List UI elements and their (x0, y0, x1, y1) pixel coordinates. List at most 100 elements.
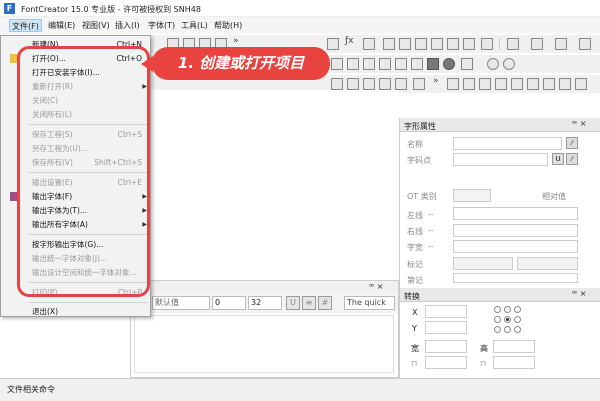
width-field[interactable] (425, 340, 467, 353)
anchor-radio[interactable] (514, 326, 521, 333)
table-icon[interactable] (575, 78, 587, 90)
menu-file[interactable]: 文件(F) (9, 19, 42, 32)
ot-category-select[interactable] (453, 189, 491, 202)
size-combo[interactable]: 0 (212, 296, 246, 310)
menu-item-exit[interactable]: 退出(X) (1, 305, 150, 318)
unicode-icon[interactable]: U (552, 153, 564, 165)
grid-icon[interactable] (447, 38, 459, 50)
anchor-radio[interactable] (504, 316, 511, 323)
contour-icon[interactable] (331, 78, 343, 90)
lock-icon[interactable]: ⊓ (480, 359, 486, 368)
table-icon[interactable] (479, 78, 491, 90)
menu-separator (29, 302, 147, 303)
check-icon[interactable] (431, 38, 443, 50)
node-tool-icon[interactable] (347, 58, 359, 70)
table-icon[interactable] (495, 78, 507, 90)
left-dots: -- (428, 210, 434, 219)
glyph-properties-panel: 字形属性 ꟹ × 名称 ⁄ 字码点 U ⁄ OT 类别 相对值 左线 -- 右线… (399, 118, 600, 288)
window-icon[interactable] (481, 38, 493, 50)
table-icon[interactable] (543, 78, 555, 90)
zoom-icon[interactable] (411, 58, 423, 70)
flip-icon[interactable] (379, 78, 391, 90)
note-field[interactable] (453, 273, 578, 283)
table-icon[interactable] (511, 78, 523, 90)
width-dots: -- (428, 242, 434, 251)
pin-icon[interactable]: ꟹ × (572, 119, 586, 128)
new-document-icon[interactable] (507, 38, 519, 50)
rectangle-icon[interactable] (427, 58, 439, 70)
mark-select[interactable] (453, 257, 513, 270)
name-field[interactable] (453, 137, 562, 150)
height-field[interactable] (493, 340, 535, 353)
menu-tools[interactable]: 工具(L) (179, 19, 210, 32)
y-field[interactable] (425, 321, 467, 334)
table-icon[interactable] (559, 78, 571, 90)
preview-controls: 默认值 0 32 U ≡ # The quick (131, 293, 398, 313)
hint-icon[interactable] (399, 38, 411, 50)
table-icon[interactable] (447, 78, 459, 90)
right-field[interactable] (453, 224, 578, 237)
menu-insert[interactable]: 插入(I) (113, 19, 142, 32)
layers-icon[interactable] (413, 78, 425, 90)
document-icon[interactable] (531, 38, 543, 50)
font-combo[interactable]: 默认值 (152, 296, 210, 310)
back-icon[interactable] (487, 58, 499, 70)
edit-icon[interactable]: ⁄ (566, 153, 578, 165)
text-icon[interactable] (415, 38, 427, 50)
left-field[interactable] (453, 207, 578, 220)
transform-icon[interactable] (327, 38, 339, 50)
x-label: X (412, 308, 418, 317)
anchor-radio[interactable] (494, 326, 501, 333)
app-icon: F (4, 3, 15, 14)
mark-select[interactable] (517, 257, 578, 270)
sample-text-combo[interactable]: The quick (344, 296, 395, 310)
arrow-tool-icon[interactable] (331, 58, 343, 70)
workspace (151, 90, 399, 280)
eraser-icon[interactable] (363, 38, 375, 50)
split-icon[interactable] (363, 78, 375, 90)
layout-icon[interactable] (463, 38, 475, 50)
anchor-radio[interactable] (504, 326, 511, 333)
edit-icon[interactable]: ⁄ (566, 137, 578, 149)
grid-icon[interactable]: # (318, 296, 332, 310)
scale-x-field[interactable] (425, 356, 467, 369)
settings-icon[interactable]: ≡ (302, 296, 316, 310)
menu-font[interactable]: 字体(T) (146, 19, 177, 32)
codepoints-field[interactable] (453, 153, 548, 166)
size-combo[interactable]: 32 (248, 296, 282, 310)
preview-icon[interactable] (383, 38, 395, 50)
forward-icon[interactable] (503, 58, 515, 70)
anchor-radio[interactable] (494, 306, 501, 313)
function-icon[interactable]: ƒx (345, 36, 354, 46)
grid-view-icon[interactable] (555, 38, 567, 50)
menu-help[interactable]: 帮助(H) (212, 19, 244, 32)
ellipse-icon[interactable] (443, 58, 455, 70)
rotate-icon[interactable] (461, 58, 473, 70)
underline-icon[interactable]: U (286, 296, 300, 310)
preview-panel-header: ꟹ × (131, 281, 398, 293)
scale-y-field[interactable] (493, 356, 535, 369)
table-icon[interactable] (463, 78, 475, 90)
anchor-radio[interactable] (494, 316, 501, 323)
x-field[interactable] (425, 305, 467, 318)
image-icon[interactable] (379, 58, 391, 70)
list-view-icon[interactable] (579, 38, 591, 50)
pin-icon[interactable]: ꟹ × (369, 282, 383, 291)
pin-icon[interactable]: ꟹ × (572, 289, 586, 298)
table-icon[interactable] (527, 78, 539, 90)
menu-edit[interactable]: 编辑(E) (46, 19, 77, 32)
anchor-radio[interactable] (514, 316, 521, 323)
toolbar-overflow-icon[interactable]: » (433, 76, 439, 86)
anchor-radio[interactable] (514, 306, 521, 313)
pen-tool-icon[interactable] (363, 58, 375, 70)
width-field[interactable] (453, 240, 578, 253)
anchor-radio[interactable] (504, 306, 511, 313)
menu-view[interactable]: 视图(V) (80, 19, 112, 32)
crop-icon[interactable] (395, 58, 407, 70)
merge-icon[interactable] (347, 78, 359, 90)
mirror-icon[interactable] (395, 78, 407, 90)
width-label: 字宽 (407, 243, 423, 252)
lock-icon[interactable]: ⊓ (411, 359, 417, 368)
toolbar-overflow-icon[interactable]: » (233, 36, 239, 46)
menu-item-label: 退出(X) (32, 307, 58, 316)
